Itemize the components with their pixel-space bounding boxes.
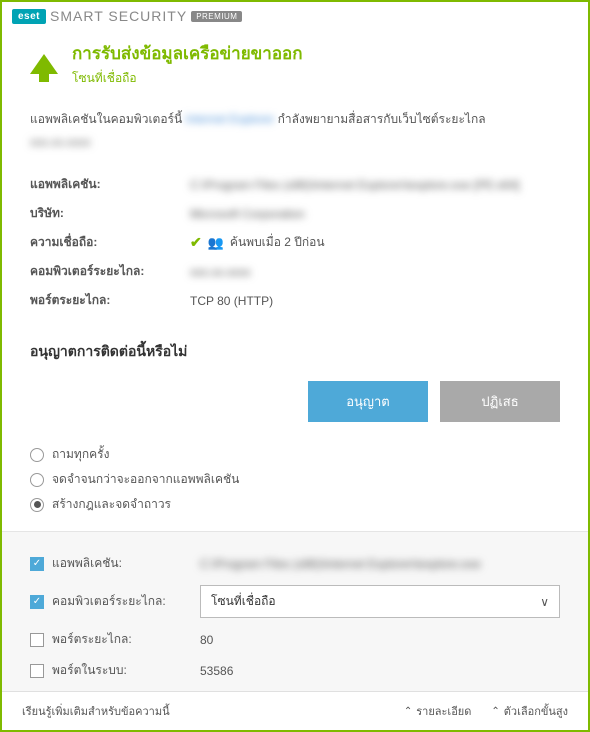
desc-app-blurred: Internet Explorer xyxy=(186,112,275,126)
info-app-value: C:\Program Files (x86)\Internet Explorer… xyxy=(190,178,519,192)
info-rep-label: ความเชื่อถือ: xyxy=(30,233,190,252)
info-company-value: Microsoft Corporation xyxy=(190,207,305,221)
desc-target-blurred: xxx.xx.xxxx xyxy=(30,133,560,152)
rep-text: ค้นพบเมื่อ 2 ปีก่อน xyxy=(230,233,325,252)
remote-zone-select[interactable]: โซนที่เชื่อถือ ∨ xyxy=(200,585,560,618)
brand-title: SMART SECURITY xyxy=(50,8,187,24)
rule-lport-value: 53586 xyxy=(200,664,560,678)
rule-remote-label: คอมพิวเตอร์ระยะไกล: xyxy=(52,592,192,611)
dialog-content: การรับส่งข้อมูลเครือข่ายขาออก โซนที่เชื่… xyxy=(2,28,588,691)
checkbox-remote-computer[interactable]: ✓ xyxy=(30,595,44,609)
rule-rport-label: พอร์ตระยะไกล: xyxy=(52,630,192,649)
radio-label: ถามทุกครั้ง xyxy=(52,445,109,464)
info-remote-label: คอมพิวเตอร์ระยะไกล: xyxy=(30,262,190,281)
radio-label: สร้างกฎและจดจำถาวร xyxy=(52,495,171,514)
checkbox-local-port[interactable] xyxy=(30,664,44,678)
rule-panel: ✓ แอพพลิเคชัน: C:\Program Files (x86)\In… xyxy=(2,531,588,691)
outbound-arrow-icon xyxy=(30,54,58,74)
desc-suffix: กำลังพยายามสื่อสารกับเว็บไซต์ระยะไกล xyxy=(278,112,486,126)
button-row: อนุญาต ปฏิเสธ xyxy=(30,381,560,422)
rule-app-label: แอพพลิเคชัน: xyxy=(52,554,192,573)
details-toggle[interactable]: ⌃ รายละเอียด xyxy=(404,702,472,720)
radio-icon xyxy=(30,473,44,487)
rule-lport-label: พอร์ตในระบบ: xyxy=(52,661,192,680)
advanced-label: ตัวเลือกขั้นสูง xyxy=(504,702,568,720)
advanced-options-toggle[interactable]: ⌃ ตัวเลือกขั้นสูง xyxy=(491,702,568,720)
info-remote-value: xxx.xx.xxxx xyxy=(190,265,251,279)
dialog-title: การรับส่งข้อมูลเครือข่ายขาออก xyxy=(72,40,303,67)
description-line: แอพพลิเคชันในคอมพิวเตอร์นี้ Internet Exp… xyxy=(30,110,560,129)
rule-app-value: C:\Program Files (x86)\Internet Explorer… xyxy=(200,557,560,571)
radio-label: จดจำจนกว่าจะออกจากแอพพลิเคชัน xyxy=(52,470,239,489)
deny-button[interactable]: ปฏิเสธ xyxy=(440,381,560,422)
desc-prefix: แอพพลิเคชันในคอมพิวเตอร์นี้ xyxy=(30,112,182,126)
info-company-label: บริษัท: xyxy=(30,204,190,223)
info-port-value: TCP 80 (HTTP) xyxy=(190,294,273,308)
question-text: อนุญาตการติดต่อนี้หรือไม่ xyxy=(30,341,560,363)
select-value: โซนที่เชื่อถือ xyxy=(211,592,276,611)
info-table: แอพพลิเคชัน: C:\Program Files (x86)\Inte… xyxy=(30,170,560,315)
info-port-label: พอร์ตระยะไกล: xyxy=(30,291,190,310)
check-icon: ✔ xyxy=(190,234,202,251)
brand-badge: PREMIUM xyxy=(191,11,242,22)
info-rep-value: ✔ 👥 ค้นพบเมื่อ 2 ปีก่อน xyxy=(190,233,325,252)
caret-up-icon: ⌃ xyxy=(491,706,499,717)
radio-remember-until-quit[interactable]: จดจำจนกว่าจะออกจากแอพพลิเคชัน xyxy=(30,467,560,492)
radio-icon xyxy=(30,498,44,512)
footer: เรียนรู้เพิ่มเติมสำหรับข้อความนี้ ⌃ รายล… xyxy=(2,691,588,730)
learn-more-link[interactable]: เรียนรู้เพิ่มเติมสำหรับข้อความนี้ xyxy=(22,702,170,720)
allow-button[interactable]: อนุญาต xyxy=(308,381,428,422)
radio-create-rule[interactable]: สร้างกฎและจดจำถาวร xyxy=(30,492,560,517)
rule-rport-value: 80 xyxy=(200,633,560,647)
people-icon: 👥 xyxy=(208,235,224,251)
title-row: การรับส่งข้อมูลเครือข่ายขาออก โซนที่เชื่… xyxy=(30,40,560,88)
dialog-subtitle: โซนที่เชื่อถือ xyxy=(72,69,303,88)
chevron-down-icon: ∨ xyxy=(540,595,549,609)
brand-logo: eset xyxy=(12,9,46,24)
radio-group: ถามทุกครั้ง จดจำจนกว่าจะออกจากแอพพลิเคชั… xyxy=(30,442,560,517)
radio-icon xyxy=(30,448,44,462)
info-app-label: แอพพลิเคชัน: xyxy=(30,175,190,194)
details-label: รายละเอียด xyxy=(416,702,471,720)
app-header: eset SMART SECURITY PREMIUM xyxy=(2,2,588,28)
checkbox-application[interactable]: ✓ xyxy=(30,557,44,571)
radio-ask-every-time[interactable]: ถามทุกครั้ง xyxy=(30,442,560,467)
checkbox-remote-port[interactable] xyxy=(30,633,44,647)
caret-up-icon: ⌃ xyxy=(404,706,412,717)
